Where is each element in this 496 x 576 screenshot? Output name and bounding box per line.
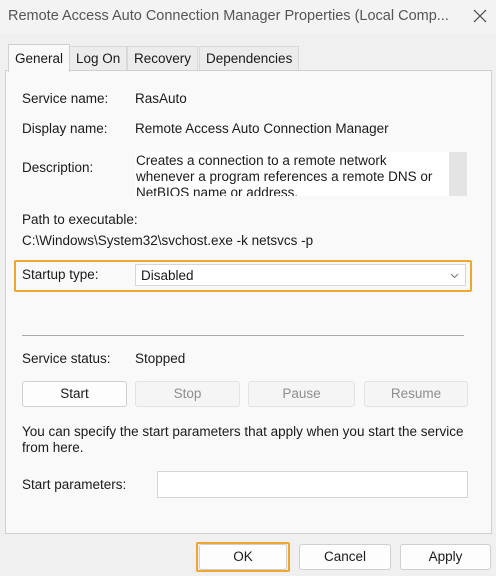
ok-button-highlight (196, 542, 290, 572)
startup-type-highlight (14, 260, 472, 292)
pause-button[interactable]: Pause (248, 381, 355, 407)
start-button[interactable]: Start (22, 381, 127, 407)
general-tab-panel (5, 70, 492, 534)
service-status-label: Service status: (22, 351, 111, 366)
path-value: C:\Windows\System32\svchost.exe -k netsv… (22, 233, 314, 248)
description-text: Creates a connection to a remote network… (136, 153, 433, 196)
description-label: Description: (22, 160, 94, 175)
description-box[interactable]: Creates a connection to a remote network… (135, 152, 467, 196)
service-name-label: Service name: (22, 91, 109, 106)
start-params-input[interactable] (157, 471, 468, 498)
display-name-label: Display name: (22, 121, 108, 136)
service-status-value: Stopped (135, 351, 186, 366)
display-name-value: Remote Access Auto Connection Manager (135, 121, 389, 136)
resume-button[interactable]: Resume (364, 381, 468, 407)
tab-general[interactable]: General (8, 44, 71, 72)
path-label: Path to executable: (22, 212, 138, 227)
stop-button[interactable]: Stop (135, 381, 240, 407)
divider (22, 335, 464, 336)
window-title: Remote Access Auto Connection Manager Pr… (8, 8, 449, 24)
cancel-button[interactable]: Cancel (299, 544, 391, 570)
service-name-value: RasAuto (135, 91, 187, 106)
start-params-info: You can specify the start parameters tha… (22, 424, 464, 455)
tab-recovery[interactable]: Recovery (127, 46, 199, 71)
tab-dependencies[interactable]: Dependencies (199, 46, 300, 71)
close-icon[interactable] (470, 6, 490, 26)
description-scrollbar[interactable] (449, 152, 467, 196)
title-bar: Remote Access Auto Connection Manager Pr… (0, 0, 496, 34)
start-params-label: Start parameters: (22, 477, 127, 492)
tab-log-on[interactable]: Log On (69, 46, 128, 71)
apply-button[interactable]: Apply (400, 544, 491, 570)
